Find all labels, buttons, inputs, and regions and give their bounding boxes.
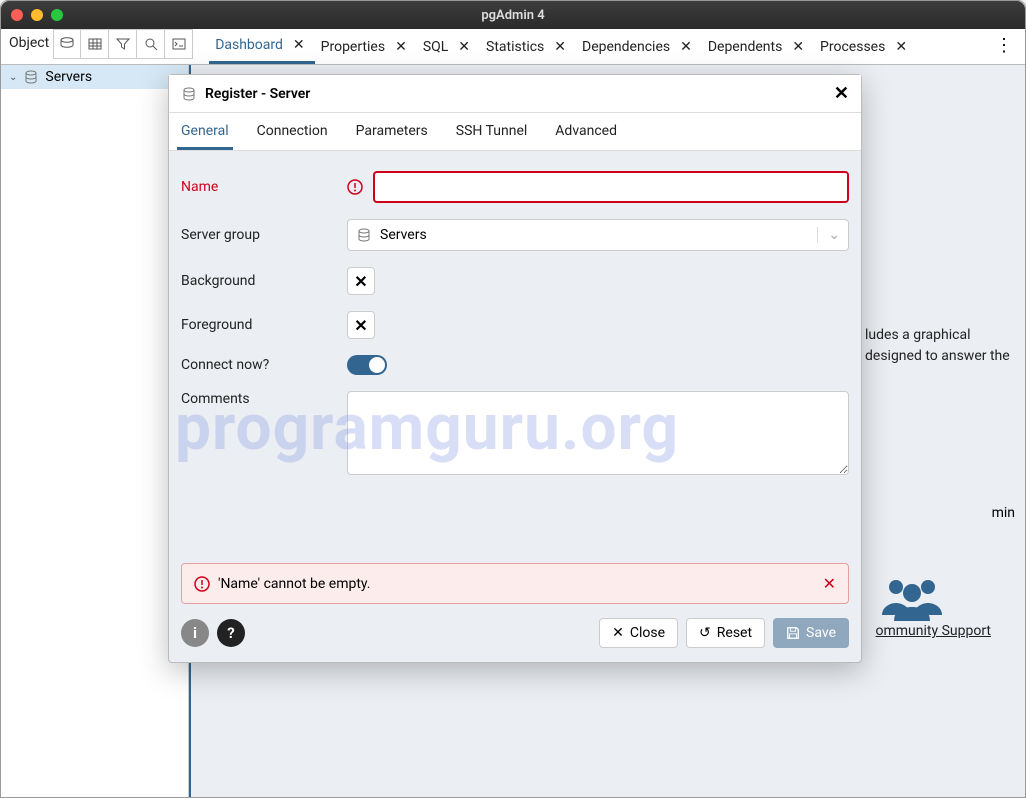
dialog-tab-general[interactable]: General [177,113,233,150]
close-icon[interactable]: ✕ [289,37,309,53]
dialog-close-icon[interactable]: ✕ [834,83,849,104]
toolbar-query-tool-icon[interactable] [53,29,81,59]
background-text: min [992,505,1015,521]
save-icon [786,626,800,640]
close-icon[interactable]: ✕ [788,39,808,55]
foreground-label: Foreground [181,317,347,333]
dialog-tab-parameters[interactable]: Parameters [352,113,432,150]
server-group-label: Server group [181,227,347,243]
tab-label: Dependencies [582,39,670,55]
background-text: ludes a graphical designed to answer the [865,325,1015,367]
close-icon[interactable]: ✕ [454,39,474,55]
dialog-header: Register - Server ✕ [169,75,861,113]
background-clear-button[interactable]: ✕ [347,267,375,295]
close-icon[interactable]: ✕ [891,39,911,55]
close-icon: ✕ [612,625,624,641]
tab-statistics[interactable]: Statistics ✕ [480,31,576,63]
tab-dashboard[interactable]: Dashboard ✕ [209,29,314,64]
name-input[interactable] [373,171,849,203]
tab-processes[interactable]: Processes ✕ [814,31,917,63]
reset-button-label: Reset [717,625,752,641]
toolbar-search-icon[interactable] [137,29,165,59]
object-explorer-label: Object [1,29,53,64]
top-toolbar: Object Dashboard ✕ Properties ✕ SQL ✕ Stati… [1,29,1025,65]
tab-label: Processes [820,39,885,55]
help-button[interactable]: ? [217,619,245,647]
dialog-footer: i ? ✕ Close ↺ Reset Save [169,608,861,662]
object-tree-sidebar: ⌄ Servers [1,65,189,797]
toolbar-view-data-icon[interactable] [81,29,109,59]
info-button[interactable]: i [181,619,209,647]
kebab-menu-icon[interactable]: ⋮ [983,29,1025,64]
close-icon[interactable]: ✕ [550,39,570,55]
window-minimize-icon[interactable] [31,9,43,21]
toolbar-psql-icon[interactable] [165,29,193,59]
error-icon [347,179,363,195]
window-close-icon[interactable] [11,9,23,21]
chevron-down-icon: ⌄ [817,227,840,243]
server-icon [181,86,197,102]
dialog-tab-advanced[interactable]: Advanced [551,113,621,150]
reset-button[interactable]: ↺ Reset [686,618,765,648]
error-banner: 'Name' cannot be empty. ✕ [181,563,849,604]
server-group-select[interactable]: Servers ⌄ [347,219,849,251]
comments-label: Comments [181,391,347,407]
connect-now-toggle[interactable] [347,355,387,375]
error-message: 'Name' cannot be empty. [218,576,371,592]
close-icon[interactable]: ✕ [676,39,696,55]
close-icon[interactable]: ✕ [391,39,411,55]
save-button-label: Save [806,625,836,641]
foreground-clear-button[interactable]: ✕ [347,311,375,339]
window-title: pgAdmin 4 [481,8,544,23]
dialog-tab-ssh-tunnel[interactable]: SSH Tunnel [452,113,532,150]
error-icon [194,576,210,592]
background-label: Background [181,273,347,289]
chevron-down-icon: ⌄ [9,72,17,83]
tree-node-label: Servers [45,69,92,85]
close-button-label: Close [630,625,665,641]
server-group-icon [356,227,372,243]
tab-dependencies[interactable]: Dependencies ✕ [576,31,702,63]
dialog-title: Register - Server [205,86,310,102]
toolbar-filter-icon[interactable] [109,29,137,59]
close-button[interactable]: ✕ Close [599,618,678,648]
error-dismiss-icon[interactable]: ✕ [823,574,836,593]
name-label: Name [181,179,347,195]
community-support-link[interactable]: ommunity Support [876,623,991,639]
tab-sql[interactable]: SQL ✕ [417,31,480,63]
tab-dependents[interactable]: Dependents ✕ [702,31,814,63]
tab-label: Properties [321,39,385,55]
tab-properties[interactable]: Properties ✕ [315,31,417,63]
server-group-icon [23,69,39,85]
tab-label: Dependents [708,39,782,55]
dialog-body: Name Server group Servers ⌄ Background ✕… [169,151,861,555]
dialog-tabs: General Connection Parameters SSH Tunnel… [169,113,861,151]
server-group-value: Servers [380,227,427,243]
connect-now-label: Connect now? [181,357,347,373]
tab-label: Dashboard [215,37,283,53]
save-button[interactable]: Save [773,618,849,648]
people-icon [876,573,991,623]
dialog-tab-connection[interactable]: Connection [253,113,332,150]
comments-textarea[interactable] [347,391,849,475]
tab-label: SQL [423,39,448,55]
titlebar: pgAdmin 4 [1,1,1025,29]
main-tabs: Dashboard✕ Properties✕ SQL✕ Statistics✕ … [209,29,983,64]
tab-label: Statistics [486,39,544,55]
tree-node-servers[interactable]: ⌄ Servers [1,65,188,89]
community-support-card[interactable]: ommunity Support [876,573,991,639]
register-server-dialog: Register - Server ✕ General Connection P… [168,74,862,663]
window-zoom-icon[interactable] [51,9,63,21]
reset-icon: ↺ [699,625,711,641]
